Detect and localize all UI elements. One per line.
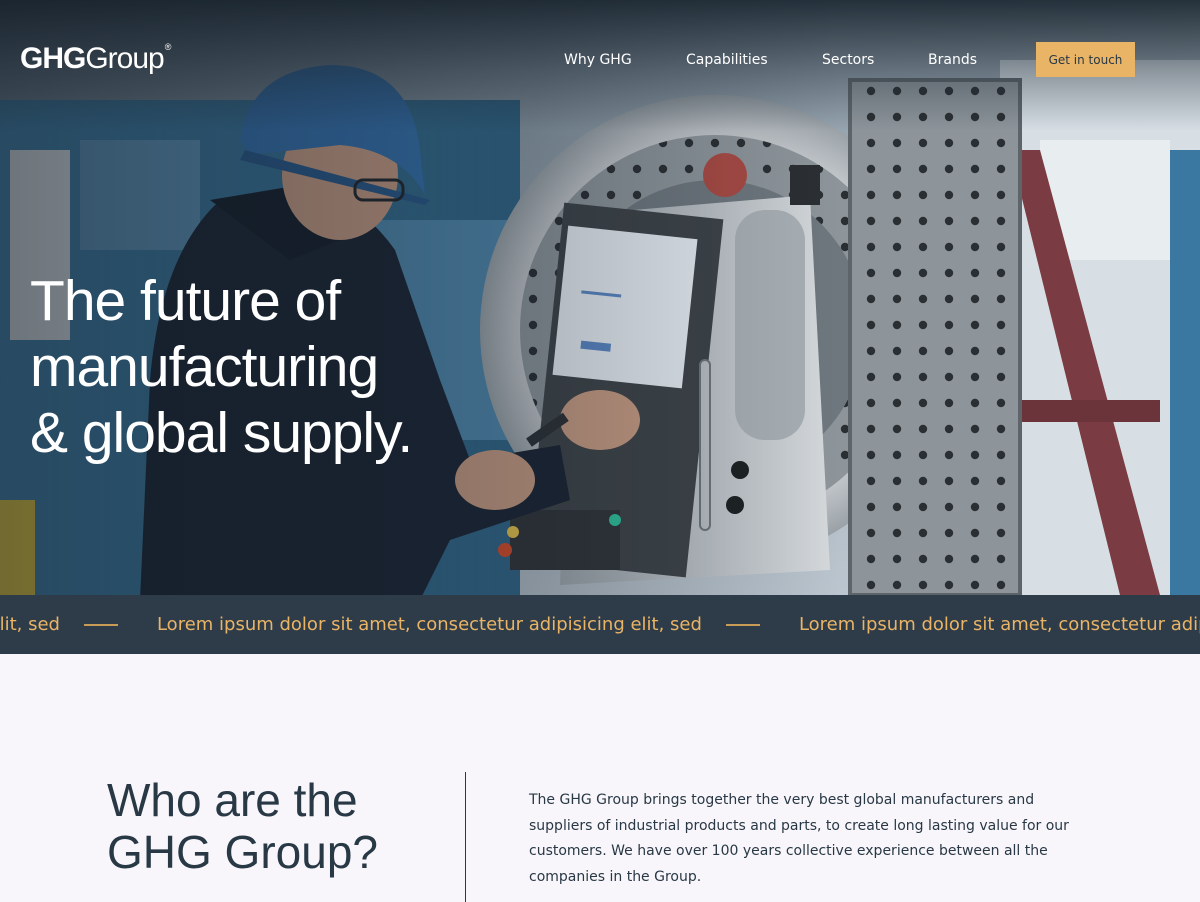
nav-item-sectors[interactable]: Sectors — [822, 52, 874, 68]
logo-wordmark-light: Group — [85, 42, 164, 75]
marquee-ticker: Lorem ipsum dolor sit amet, consectetur … — [0, 595, 1200, 654]
hero-headline-line-1: The future of — [30, 269, 341, 333]
nav-item-brands[interactable]: Brands — [928, 52, 977, 68]
ticker-item: Lorem ipsum dolor sit amet, consectetur … — [798, 614, 1200, 635]
nav-item-capabilities[interactable]: Capabilities — [686, 52, 768, 68]
about-heading-line-1: Who are the — [107, 774, 358, 826]
site-header: GHGGroup® Why GHG Capabilities Sectors B… — [0, 0, 1200, 120]
logo-wordmark-bold: GHG — [20, 42, 86, 75]
hero-headline: The future of manufacturing & global sup… — [30, 268, 413, 466]
about-description: The GHG Group brings together the very b… — [529, 792, 1069, 885]
hero-headline-line-2: manufacturing — [30, 335, 379, 399]
about-heading-line-2: GHG Group? — [107, 826, 378, 878]
get-in-touch-button[interactable]: Get in touch — [1036, 42, 1135, 77]
about-heading: Who are the GHG Group? — [107, 774, 378, 878]
nav-item-why-ghg[interactable]: Why GHG — [564, 52, 632, 68]
logo-registered-mark: ® — [164, 42, 172, 52]
about-section: Who are the GHG Group? The GHG Group bri… — [0, 654, 1200, 902]
ghg-group-logo[interactable]: GHGGroup® — [20, 42, 172, 76]
ticker-separator — [725, 623, 760, 626]
vertical-divider — [465, 772, 466, 902]
hero-headline-line-3: & global supply. — [30, 401, 413, 465]
ticker-separator — [83, 623, 118, 626]
ticker-track: Lorem ipsum dolor sit amet, consectetur … — [0, 595, 1200, 654]
ticker-item: Lorem ipsum dolor sit amet, consectetur … — [156, 614, 702, 635]
ticker-item: Lorem ipsum dolor sit amet, consectetur … — [0, 614, 60, 635]
hero-section: GHGGroup® Why GHG Capabilities Sectors B… — [0, 0, 1200, 595]
